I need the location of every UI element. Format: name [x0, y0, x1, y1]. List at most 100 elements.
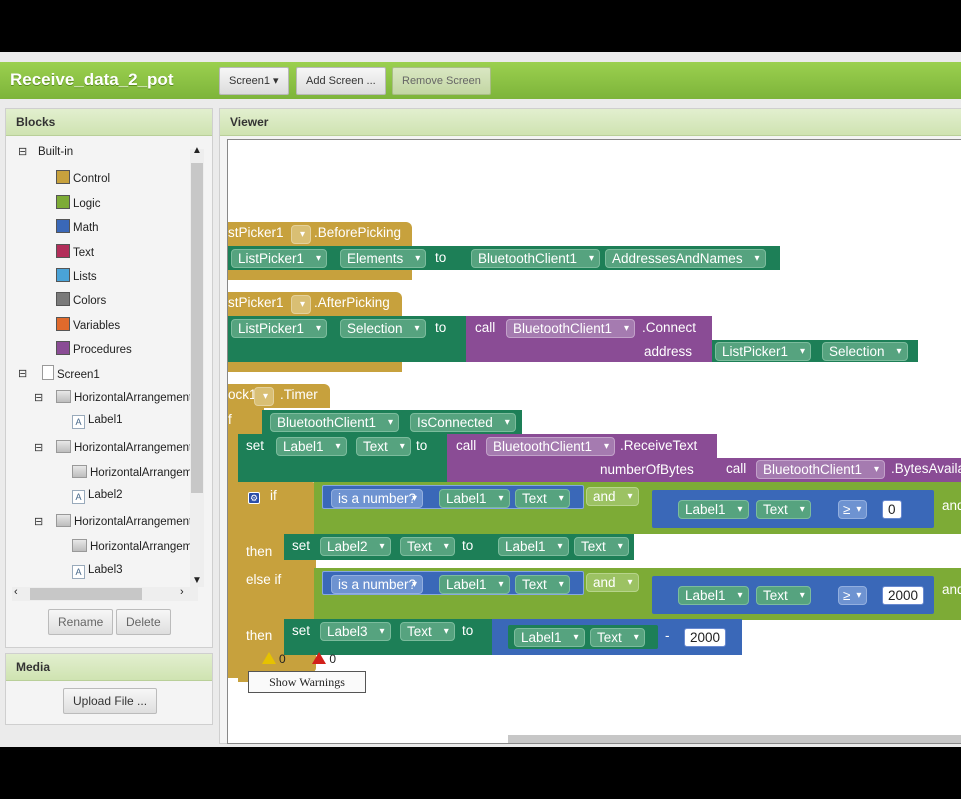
- getter-property-dropdown[interactable]: Text: [574, 537, 629, 556]
- compare-operator-dropdown[interactable]: ≥: [838, 500, 868, 519]
- subtract-block[interactable]: Label1 Text - 2000: [492, 619, 742, 655]
- call-receive-text-block[interactable]: call BluetoothClient1 .ReceiveText numbe…: [447, 434, 717, 482]
- builtin-control[interactable]: Control: [56, 170, 110, 185]
- set-property-dropdown[interactable]: Elements: [340, 249, 427, 268]
- remove-screen-button[interactable]: Remove Screen: [392, 67, 491, 95]
- getter-component-dropdown[interactable]: Label1: [439, 489, 510, 508]
- mutator-gear-icon[interactable]: ⚙: [248, 492, 260, 504]
- tree-item-label1[interactable]: A Label1: [72, 414, 123, 429]
- set-property-dropdown[interactable]: Text: [400, 537, 455, 556]
- set-component-dropdown[interactable]: Label1: [276, 437, 347, 456]
- tree-item-ha3[interactable]: HorizontalArrangement: [56, 514, 192, 528]
- set-component-dropdown[interactable]: Label2: [320, 537, 391, 556]
- collapse-icon[interactable]: ⊟: [34, 515, 43, 528]
- collapse-icon[interactable]: ⊟: [34, 391, 43, 404]
- set-block[interactable]: ListPicker1 Selection to: [228, 316, 468, 362]
- subtract-value[interactable]: 2000: [684, 628, 727, 647]
- event-before-picking[interactable]: stPicker1 .BeforePicking: [228, 222, 412, 246]
- scroll-up-icon[interactable]: ▲: [192, 145, 202, 156]
- getter-property-dropdown[interactable]: IsConnected: [410, 413, 516, 432]
- getter-property-dropdown[interactable]: Text: [756, 586, 811, 605]
- set-component-dropdown[interactable]: ListPicker1: [231, 249, 328, 268]
- and-dropdown[interactable]: and: [586, 487, 639, 506]
- set-block[interactable]: set Label1 Text to: [238, 434, 448, 482]
- compare-block[interactable]: Label1 Text ≥ 2000: [652, 576, 934, 614]
- scroll-down-icon[interactable]: ▼: [192, 575, 202, 586]
- delete-button[interactable]: Delete: [116, 609, 171, 635]
- tree-item-ha2-child[interactable]: HorizontalArrangement: [72, 465, 192, 479]
- compare-value[interactable]: 0: [882, 500, 902, 519]
- scroll-left-icon[interactable]: ‹: [14, 586, 18, 598]
- is-number-label[interactable]: is a number?: [331, 489, 424, 508]
- builtin-procedures[interactable]: Procedures: [56, 341, 132, 356]
- getter-component-dropdown[interactable]: Label1: [678, 500, 749, 519]
- getter-block[interactable]: Label1 Text: [508, 625, 658, 649]
- set-block[interactable]: ListPicker1 Elements to: [228, 246, 468, 270]
- getter-component-dropdown[interactable]: Label1: [514, 628, 585, 647]
- getter-component-dropdown[interactable]: BluetoothClient1: [270, 413, 400, 432]
- event-clock-timer[interactable]: ock1 .Timer: [228, 384, 330, 408]
- compare-block[interactable]: Label1 Text ≥ 0: [652, 490, 934, 528]
- is-number-block[interactable]: is a number? Label1 Text: [322, 571, 584, 595]
- screen-select-button[interactable]: Screen1 ▾: [219, 67, 289, 95]
- compare-operator-dropdown[interactable]: ≥: [838, 586, 868, 605]
- getter-property-dropdown[interactable]: Text: [756, 500, 811, 519]
- and-dropdown[interactable]: and: [586, 573, 639, 592]
- is-number-label[interactable]: is a number?: [331, 575, 424, 594]
- builtin-colors[interactable]: Colors: [56, 292, 106, 307]
- getter-component-dropdown[interactable]: ListPicker1: [715, 342, 812, 361]
- tree-item-ha2[interactable]: HorizontalArrangement: [56, 440, 192, 454]
- builtin-text[interactable]: Text: [56, 244, 94, 259]
- and-block[interactable]: is a number? Label1 Text and Label1 Text…: [314, 568, 961, 620]
- builtin-variables[interactable]: Variables: [56, 317, 120, 332]
- builtin-math[interactable]: Math: [56, 219, 99, 234]
- component-dropdown[interactable]: [254, 387, 274, 406]
- tree-horizontal-scrollbar[interactable]: ‹ ›: [12, 586, 198, 601]
- is-connected-block[interactable]: BluetoothClient1 IsConnected: [262, 410, 522, 434]
- tree-vertical-scrollbar[interactable]: ▲ ▼: [190, 145, 204, 587]
- getter-component-dropdown[interactable]: Label1: [678, 586, 749, 605]
- tree-item-screen1[interactable]: Screen1: [42, 365, 100, 381]
- tree-vertical-scroll-thumb[interactable]: [191, 163, 203, 493]
- tree-item-builtin[interactable]: Built-in: [38, 146, 73, 158]
- set-property-dropdown[interactable]: Text: [400, 622, 455, 641]
- event-after-picking[interactable]: stPicker1 .AfterPicking: [228, 292, 402, 316]
- tree-item-ha1[interactable]: HorizontalArrangement: [56, 390, 192, 404]
- set-block[interactable]: set Label2 Text to: [284, 534, 494, 560]
- getter-component-dropdown[interactable]: BluetoothClient1: [471, 249, 601, 268]
- set-block[interactable]: set Label3 Text to: [284, 619, 494, 655]
- add-screen-button[interactable]: Add Screen ...: [296, 67, 386, 95]
- getter-property-dropdown[interactable]: Text: [515, 489, 570, 508]
- builtin-logic[interactable]: Logic: [56, 195, 101, 210]
- set-property-dropdown[interactable]: Selection: [340, 319, 426, 338]
- show-warnings-button[interactable]: Show Warnings: [248, 671, 366, 693]
- call-connect-block[interactable]: call BluetoothClient1 .Connect address: [466, 316, 712, 362]
- collapse-icon[interactable]: ⊟: [18, 145, 27, 158]
- call-component-dropdown[interactable]: BluetoothClient1: [756, 460, 886, 479]
- component-dropdown[interactable]: [291, 295, 311, 314]
- getter-component-dropdown[interactable]: Label1: [439, 575, 510, 594]
- tree-item-label3[interactable]: A Label3: [72, 564, 123, 579]
- component-dropdown[interactable]: [291, 225, 311, 244]
- call-component-dropdown[interactable]: BluetoothClient1: [506, 319, 636, 338]
- tree-item-ha3-child[interactable]: HorizontalArrangement: [72, 539, 192, 553]
- set-component-dropdown[interactable]: Label3: [320, 622, 391, 641]
- call-bytes-available-block[interactable]: call BluetoothClient1 .BytesAvaila: [716, 458, 961, 482]
- getter-property-dropdown[interactable]: Selection: [822, 342, 908, 361]
- rename-button[interactable]: Rename: [48, 609, 114, 635]
- tree-horizontal-scroll-thumb[interactable]: [30, 588, 142, 600]
- getter-property-dropdown[interactable]: Text: [590, 628, 645, 647]
- builtin-lists[interactable]: Lists: [56, 268, 97, 283]
- tree-item-label2[interactable]: A Label2: [72, 489, 123, 504]
- collapse-icon[interactable]: ⊟: [34, 441, 43, 454]
- is-number-block[interactable]: is a number? Label1 Text: [322, 485, 584, 509]
- scroll-right-icon[interactable]: ›: [180, 586, 184, 598]
- getter-component-dropdown[interactable]: Label1: [498, 537, 569, 556]
- getter-block[interactable]: ListPicker1 Selection: [712, 340, 918, 362]
- blocks-workspace[interactable]: stPicker1 .BeforePicking ListPicker1 Ele…: [227, 139, 961, 744]
- collapse-icon[interactable]: ⊟: [18, 367, 27, 380]
- getter-property-dropdown[interactable]: Text: [515, 575, 570, 594]
- compare-value[interactable]: 2000: [882, 586, 925, 605]
- workspace-horizontal-scrollbar[interactable]: [508, 735, 961, 743]
- getter-property-dropdown[interactable]: AddressesAndNames: [605, 249, 766, 268]
